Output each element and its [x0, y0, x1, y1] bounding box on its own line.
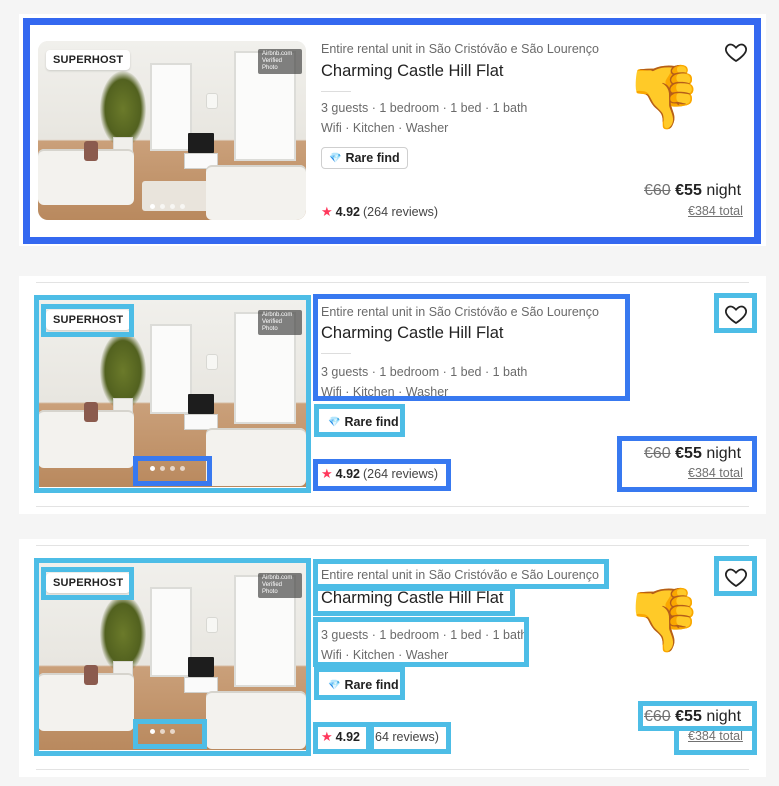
rating: ★ 4.92 (264 reviews)	[321, 466, 438, 482]
details-capacity: 3 guests · 1 bedroom · 1 bed · 1 bath	[321, 365, 528, 379]
price: €60 €55 night	[644, 445, 741, 463]
carousel-dot[interactable]	[180, 466, 185, 471]
heart-icon[interactable]	[724, 565, 748, 589]
listing-photo[interactable]: SUPERHOST Airbnb.com Verified Photo	[38, 298, 306, 487]
rare-find-badge: 💎 Rare find	[321, 675, 406, 695]
pillow	[84, 402, 98, 422]
heart-icon[interactable]	[724, 302, 748, 326]
rare-find-label: Rare find	[344, 678, 399, 692]
wall-lamp	[206, 354, 218, 370]
listing-details: 3 guests · 1 bedroom · 1 bed · 1 bath Wi…	[321, 625, 527, 665]
diamond-icon: 💎	[328, 679, 341, 691]
total-price-link[interactable]: €384 total	[688, 729, 743, 743]
divider	[36, 506, 749, 507]
price-unit: night	[706, 708, 742, 725]
carousel-dots[interactable]	[150, 466, 185, 471]
new-price: €55	[675, 708, 702, 725]
listing-panel-3: SUPERHOST Airbnb.com Verified Photo Enti…	[19, 539, 766, 777]
superhost-badge: SUPERHOST	[46, 310, 131, 330]
sofa	[206, 428, 306, 486]
window	[150, 324, 192, 414]
listing-title[interactable]: Charming Castle Hill Flat	[321, 589, 503, 608]
tv	[188, 394, 214, 414]
sofa	[206, 691, 306, 749]
listing-card[interactable]: SUPERHOST Airbnb.com Verified Photo Enti…	[19, 276, 766, 508]
old-price: €60	[644, 445, 671, 462]
carousel-dot[interactable]	[170, 729, 175, 734]
price: €60 €55 night	[644, 708, 741, 726]
verified-photo-watermark: Airbnb.com Verified Photo	[258, 573, 302, 598]
new-price: €55	[675, 445, 702, 462]
review-count: (264 reviews)	[363, 467, 439, 481]
listing-details: 3 guests · 1 bedroom · 1 bed · 1 bath Wi…	[321, 362, 527, 397]
rare-find-badge: 💎 Rare find	[321, 412, 406, 432]
listing-subtitle: Entire rental unit in São Cristóvão e Sã…	[321, 568, 599, 582]
listing-subtitle: Entire rental unit in São Cristóvão e Sã…	[321, 305, 599, 319]
rare-find-label: Rare find	[344, 415, 399, 429]
pillow	[84, 665, 98, 685]
superhost-badge: SUPERHOST	[46, 573, 131, 593]
review-count: 64 reviews)	[375, 730, 439, 744]
divider	[36, 769, 749, 770]
carousel-dots[interactable]	[150, 729, 175, 734]
carousel-dot[interactable]	[170, 466, 175, 471]
carousel-dot[interactable]	[150, 466, 155, 471]
total-price-link[interactable]: €384 total	[688, 466, 743, 480]
details-amenities: Wifi · Kitchen · Washer	[321, 385, 449, 397]
rating-value: 4.92	[335, 467, 360, 481]
verified-photo-watermark: Airbnb.com Verified Photo	[258, 310, 302, 335]
listing-card[interactable]: SUPERHOST Airbnb.com Verified Photo Enti…	[19, 539, 766, 771]
rating: ★ 4.92 64 reviews)	[321, 729, 439, 745]
price-unit: night	[706, 445, 742, 462]
carousel-dot[interactable]	[150, 729, 155, 734]
star-icon: ★	[321, 466, 333, 481]
old-price: €60	[644, 708, 671, 725]
details-amenities: Wifi · Kitchen · Washer	[321, 648, 449, 662]
listing-photo[interactable]: SUPERHOST Airbnb.com Verified Photo	[38, 561, 306, 750]
annotation-box	[23, 18, 761, 244]
listing-panel-1: SUPERHOST Airbnb.com Verified Photo Enti…	[19, 14, 766, 246]
window	[150, 587, 192, 677]
star-icon: ★	[321, 729, 333, 744]
rating-value: 4.92	[335, 730, 360, 744]
tv	[188, 657, 214, 677]
carousel-dot[interactable]	[160, 466, 165, 471]
listing-title[interactable]: Charming Castle Hill Flat	[321, 324, 503, 343]
divider	[321, 353, 351, 354]
thumbs-down-icon: 👎	[625, 583, 703, 656]
listing-panel-2: SUPERHOST Airbnb.com Verified Photo Enti…	[19, 276, 766, 514]
details-capacity: 3 guests · 1 bedroom · 1 bed · 1 bath	[321, 628, 528, 642]
diamond-icon: 💎	[328, 416, 341, 428]
carousel-dot[interactable]	[160, 729, 165, 734]
wall-lamp	[206, 617, 218, 633]
